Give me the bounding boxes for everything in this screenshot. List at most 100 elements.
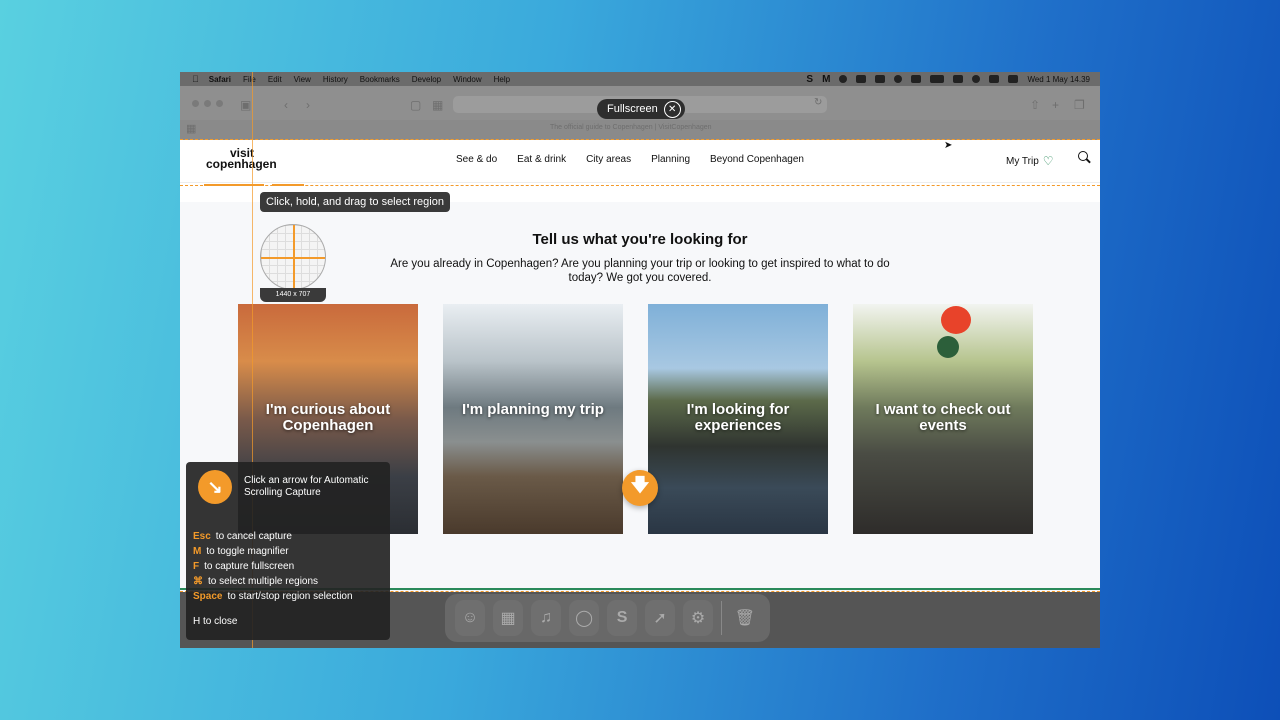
search-icon[interactable]: [1078, 151, 1088, 161]
safari-icon[interactable]: ➚: [645, 600, 676, 636]
shortcut-desc: to select multiple regions: [208, 576, 319, 587]
magnifier: 1440 x 707: [260, 224, 326, 302]
capture-help-panel: ↘ Click an arrow for Automatic Scrolling…: [186, 462, 390, 640]
forward-icon[interactable]: ›: [306, 98, 310, 112]
close-hint: H to close: [193, 616, 238, 627]
menu-history[interactable]: History: [323, 75, 348, 84]
shortcut-desc: to cancel capture: [215, 531, 292, 542]
back-icon[interactable]: ‹: [284, 98, 288, 112]
card-events[interactable]: I want to check out events: [853, 304, 1033, 534]
dock-separator: [721, 601, 722, 635]
balloon-red: [941, 306, 971, 334]
nav-eat-drink[interactable]: Eat & drink: [517, 154, 566, 165]
share-icon[interactable]: ⇧: [1030, 98, 1040, 112]
menu-clock[interactable]: Wed 1 May 14.39: [1027, 75, 1090, 84]
window-controls: [192, 100, 223, 107]
tab-grid-icon[interactable]: ▦: [186, 122, 196, 135]
site-header: visit copenhagen See & do Eat & drink Ci…: [180, 140, 1100, 183]
card-planning[interactable]: I'm planning my trip: [443, 304, 623, 534]
nav-city-areas[interactable]: City areas: [586, 154, 631, 165]
region-select-tooltip: Click, hold, and drag to select region: [260, 192, 450, 212]
status-search-icon[interactable]: [972, 75, 981, 83]
shortcut-list: Esc to cancel capture Mto toggle magnifie…: [193, 529, 353, 604]
status-menu-icon[interactable]: [875, 75, 886, 83]
shortcut-space: Space to start/stop region selection: [193, 589, 353, 604]
status-wifi-icon[interactable]: [953, 75, 964, 83]
status-cloud-icon[interactable]: [856, 75, 867, 83]
magnifier-lens: [260, 224, 326, 290]
shortcut-desc: to capture fullscreen: [204, 561, 295, 572]
fullscreen-toggle[interactable]: Fullscreen ✕: [597, 99, 685, 119]
tab-title[interactable]: The official guide to Copenhagen | Visit…: [550, 124, 712, 131]
menu-edit[interactable]: Edit: [268, 75, 282, 84]
menu-bar:  Safari File Edit View History Bookmark…: [180, 72, 1100, 86]
shortcut-desc: to toggle magnifier: [206, 546, 289, 557]
status-control-center-icon[interactable]: [989, 75, 1000, 83]
shortcut-key: ⌘: [193, 576, 203, 587]
shortcut-m: Mto toggle magnifier: [193, 544, 353, 559]
card-label: I'm curious about Copenhagen: [265, 401, 391, 434]
card-experiences[interactable]: I'm looking for experiences: [648, 304, 828, 534]
shortcut-key: F: [193, 561, 200, 572]
magnifier-size-readout: 1440 x 707: [260, 288, 326, 302]
shortcut-desc: to start/stop region selection: [227, 591, 353, 602]
settings-icon[interactable]: ⚙: [683, 600, 714, 636]
apple-icon[interactable]: : [192, 74, 199, 84]
status-gear-icon[interactable]: [839, 75, 848, 83]
chrome-icon[interactable]: ◯: [569, 600, 600, 636]
menu-help[interactable]: Help: [494, 75, 510, 84]
my-trip-label: My Trip: [1006, 155, 1039, 167]
menu-window[interactable]: Window: [453, 75, 481, 84]
main-nav: See & do Eat & drink City areas Planning…: [456, 154, 804, 165]
shortcut-key: Esc: [193, 531, 211, 542]
auto-scroll-arrow-button[interactable]: ↘: [198, 470, 232, 504]
extension-icon[interactable]: ▦: [432, 98, 443, 112]
balloon-green: [937, 336, 959, 358]
shortcut-esc: Esc to cancel capture: [193, 529, 353, 544]
selection-top-edge: [180, 139, 1100, 140]
section-subtext: Are you already in Copenhagen? Are you p…: [390, 258, 890, 284]
my-trip-link[interactable]: My Trip ♡: [1006, 154, 1054, 168]
zoom-window-icon[interactable]: [216, 100, 223, 107]
shield-icon[interactable]: ▢: [410, 98, 421, 112]
close-window-icon[interactable]: [192, 100, 199, 107]
menu-develop[interactable]: Develop: [412, 75, 441, 84]
shortcut-key: Space: [193, 591, 223, 602]
status-user-icon[interactable]: [1008, 75, 1019, 83]
reload-icon[interactable]: ↻: [814, 97, 822, 108]
menu-bookmarks[interactable]: Bookmarks: [360, 75, 400, 84]
logo-line2: copenhagen: [206, 157, 277, 171]
card-label: I'm looking for experiences: [686, 401, 790, 434]
tabs-overview-icon[interactable]: ❐: [1074, 98, 1085, 112]
nav-see-do[interactable]: See & do: [456, 154, 497, 165]
trash-icon[interactable]: 🗑: [730, 600, 760, 636]
status-record-icon[interactable]: [894, 75, 903, 83]
menu-file[interactable]: File: [243, 75, 256, 84]
status-s-icon[interactable]: S: [806, 74, 813, 85]
nav-beyond[interactable]: Beyond Copenhagen: [710, 154, 804, 165]
status-m-icon[interactable]: M: [822, 74, 830, 85]
panel-title: Click an arrow for Automatic Scrolling C…: [244, 475, 369, 498]
launchpad-icon[interactable]: ▦: [493, 600, 524, 636]
status-keyboard-icon[interactable]: [911, 75, 922, 83]
status-battery-icon[interactable]: [930, 75, 945, 83]
scroll-capture-down-button[interactable]: 🡇: [622, 470, 658, 506]
finder-icon[interactable]: ☺: [455, 600, 486, 636]
scrolling-app-icon[interactable]: S: [607, 600, 638, 636]
card-label: I want to check out events: [875, 401, 1011, 434]
site-logo[interactable]: visit copenhagen: [206, 147, 277, 171]
selection-header-edge: [180, 185, 1100, 186]
menu-status-area: S M Wed 1 May 14.39: [806, 72, 1090, 86]
sidebar-icon[interactable]: ▣: [240, 98, 251, 112]
new-tab-icon[interactable]: +: [1052, 98, 1059, 112]
shortcut-f: Fto capture fullscreen: [193, 559, 353, 574]
menu-view[interactable]: View: [294, 75, 311, 84]
close-fullscreen-icon[interactable]: ✕: [663, 100, 681, 118]
shortcut-cmd: ⌘ to select multiple regions: [193, 574, 353, 589]
mac-screen:  Safari File Edit View History Bookmark…: [180, 72, 1100, 648]
fullscreen-label: Fullscreen: [607, 103, 658, 115]
music-icon[interactable]: ♫: [531, 600, 562, 636]
menu-app[interactable]: Safari: [209, 75, 231, 84]
minimize-window-icon[interactable]: [204, 100, 211, 107]
nav-planning[interactable]: Planning: [651, 154, 690, 165]
